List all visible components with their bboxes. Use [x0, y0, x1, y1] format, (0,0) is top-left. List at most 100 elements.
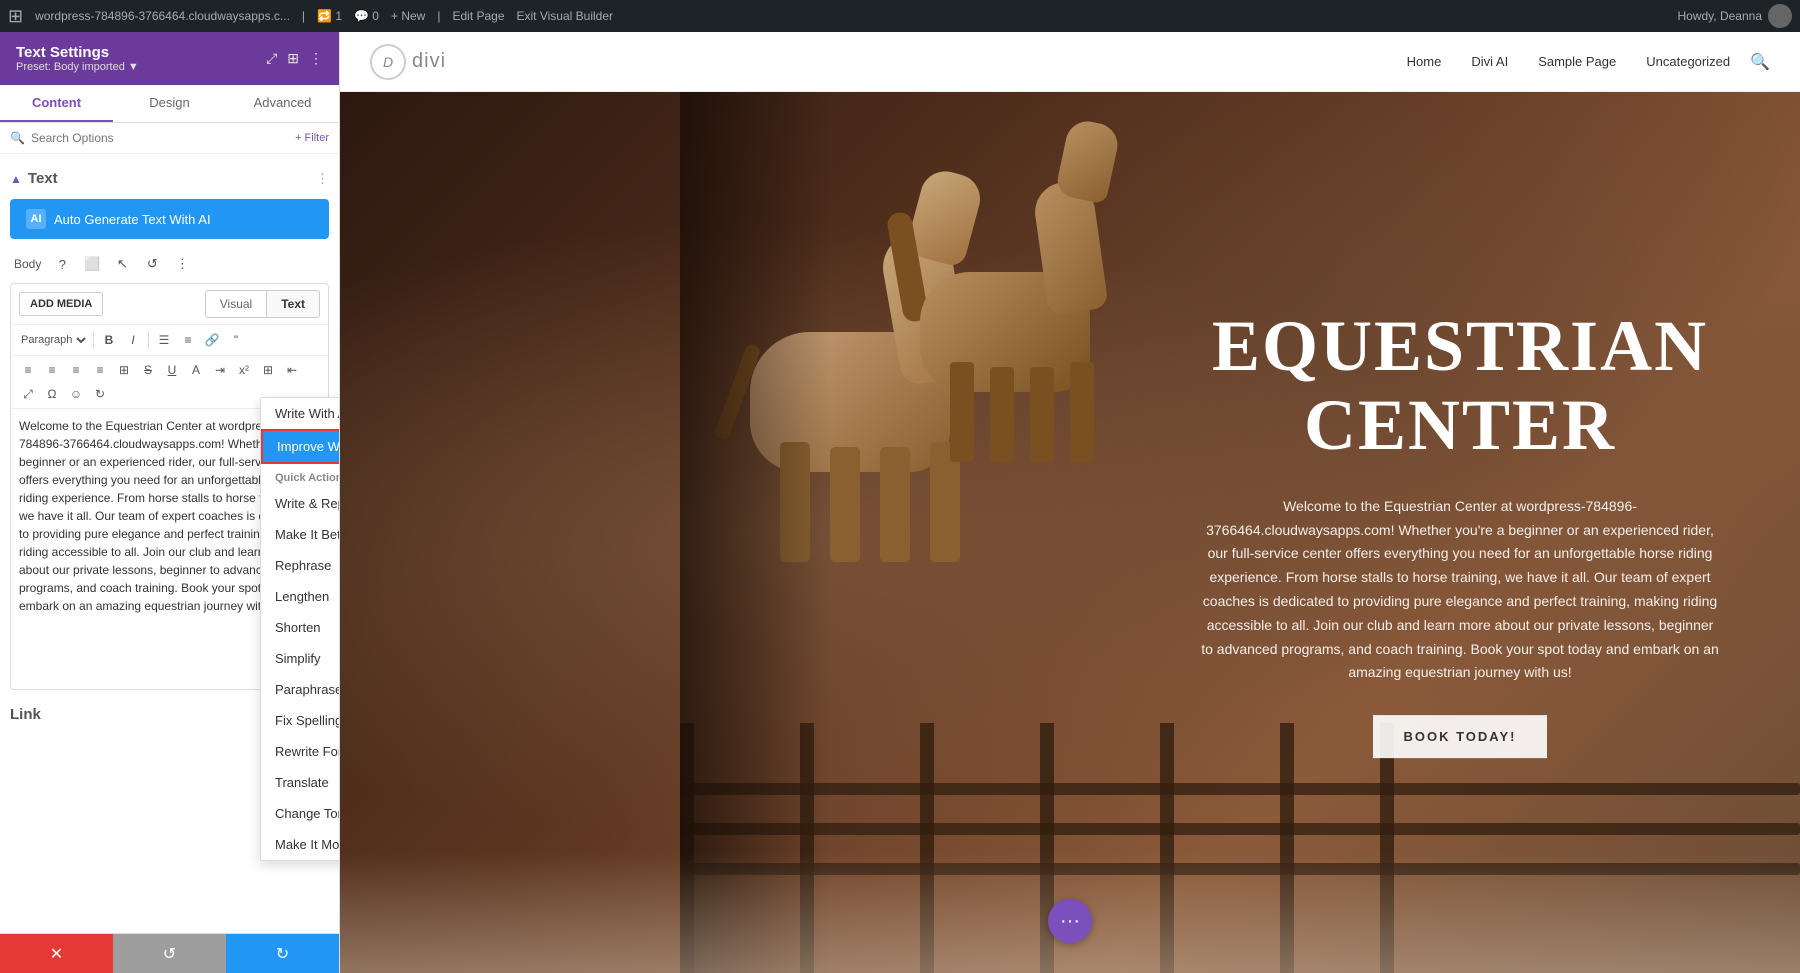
nav-divi-ai[interactable]: Divi AI: [1471, 54, 1508, 69]
site-logo: D divi: [370, 44, 446, 80]
tab-content[interactable]: Content: [0, 85, 113, 122]
filter-button[interactable]: + Filter: [295, 132, 329, 144]
bold-button[interactable]: B: [98, 329, 120, 351]
strikethrough-button[interactable]: S: [137, 359, 159, 381]
outdent-button[interactable]: ⇤: [281, 359, 303, 381]
panel-tabs: Content Design Advanced: [0, 85, 339, 123]
tab-advanced[interactable]: Advanced: [226, 85, 339, 122]
lengthen-item[interactable]: Lengthen: [261, 581, 340, 612]
improve-with-ai-item[interactable]: Improve With AI: [261, 429, 340, 464]
cursor-icon[interactable]: ↖: [109, 251, 135, 277]
shorten-item[interactable]: Shorten: [261, 612, 340, 643]
tab-design[interactable]: Design: [113, 85, 226, 122]
fullscreen-editor-button[interactable]: ⤢: [17, 383, 39, 405]
cancel-button[interactable]: ✕: [0, 934, 113, 973]
admin-bar-edit-page[interactable]: Edit Page: [452, 9, 504, 23]
indent-button[interactable]: ⇥: [209, 359, 231, 381]
fix-spelling-item[interactable]: Fix Spelling & Grammar: [261, 705, 340, 736]
horse2-leg-3: [1030, 367, 1054, 462]
site-nav: D divi Home Divi AI Sample Page Uncatego…: [340, 32, 1800, 92]
fence-area: [680, 723, 1800, 973]
admin-bar-comments: 💬 0: [354, 9, 379, 23]
help-icon[interactable]: ?: [49, 251, 75, 277]
left-panel: Text Settings Preset: Body imported ▼ ⤢ …: [0, 32, 340, 973]
search-bar: 🔍 + Filter: [0, 123, 339, 154]
admin-bar-exit-builder[interactable]: Exit Visual Builder: [517, 9, 614, 23]
align-justify-button[interactable]: ≡: [89, 359, 111, 381]
table-button[interactable]: ⊞: [113, 359, 135, 381]
box-icon[interactable]: ⬜: [79, 251, 105, 277]
underline-button[interactable]: U: [161, 359, 183, 381]
book-today-button[interactable]: BOOK TODAY!: [1373, 715, 1546, 758]
redo-button[interactable]: ↻: [89, 383, 111, 405]
change-tone-item[interactable]: Change Tone ▶: [261, 798, 340, 829]
tab-text-editor[interactable]: Text: [267, 290, 320, 318]
fence-post-5: [1160, 723, 1174, 973]
italic-button[interactable]: I: [122, 329, 144, 351]
ordered-list-button[interactable]: ≡: [177, 329, 199, 351]
nav-home[interactable]: Home: [1407, 54, 1442, 69]
paraphrase-item[interactable]: Paraphrase: [261, 674, 340, 705]
float-action-button[interactable]: ···: [1048, 899, 1092, 943]
fence-post-4: [1040, 723, 1054, 973]
nav-uncategorized[interactable]: Uncategorized: [1646, 54, 1730, 69]
admin-bar-separator: |: [302, 9, 305, 23]
nav-search-icon[interactable]: 🔍: [1750, 52, 1770, 72]
fence-post-7: [1380, 723, 1394, 973]
search-input[interactable]: [31, 131, 289, 145]
rephrase-item[interactable]: Rephrase: [261, 550, 340, 581]
hero-subtitle: Welcome to the Equestrian Center at word…: [1200, 495, 1720, 685]
blockquote-button[interactable]: ": [225, 329, 247, 351]
wp-logo-icon[interactable]: ⊞: [8, 6, 23, 27]
admin-bar-site-name[interactable]: wordpress-784896-3766464.cloudwaysapps.c…: [35, 9, 290, 23]
unordered-list-button[interactable]: ☰: [153, 329, 175, 351]
special-chars-button[interactable]: Ω: [41, 383, 63, 405]
write-with-ai-item[interactable]: Write With AI: [261, 398, 340, 429]
format-button[interactable]: ⊞: [257, 359, 279, 381]
text-color-button[interactable]: A: [185, 359, 207, 381]
ai-generate-button[interactable]: AI Auto Generate Text With AI: [10, 199, 329, 239]
simplify-item[interactable]: Simplify: [261, 643, 340, 674]
align-center-button[interactable]: ≡: [41, 359, 63, 381]
rewrite-for-item[interactable]: Rewrite For ▶: [261, 736, 340, 767]
more-toolbar-icon[interactable]: ⋮: [169, 251, 195, 277]
nav-sample-page[interactable]: Sample Page: [1538, 54, 1616, 69]
fence-post-6: [1280, 723, 1294, 973]
logo-text: divi: [412, 50, 446, 73]
paragraph-select[interactable]: Paragraph: [17, 333, 89, 347]
fullscreen-icon[interactable]: ⤢: [266, 50, 277, 67]
main-area: Text Settings Preset: Body imported ▼ ⤢ …: [0, 32, 1800, 973]
horse-figure-2: [900, 122, 1120, 542]
superscript-button[interactable]: x²: [233, 359, 255, 381]
confirm-button[interactable]: ↻: [226, 934, 339, 973]
admin-bar-new[interactable]: + New: [391, 9, 425, 23]
admin-bar-right: Howdy, Deanna: [1678, 4, 1793, 28]
body-label: Body: [10, 251, 45, 277]
undo-icon[interactable]: ↺: [139, 251, 165, 277]
link-button[interactable]: 🔗: [201, 329, 223, 351]
align-right-button[interactable]: ≡: [65, 359, 87, 381]
confirm-icon: ↻: [276, 944, 289, 964]
make-it-better-item[interactable]: Make It Better: [261, 519, 340, 550]
write-replace-item[interactable]: Write & Replace: [261, 488, 340, 519]
section-options-icon[interactable]: ⋮: [316, 171, 329, 187]
reset-button[interactable]: ↺: [113, 934, 226, 973]
add-media-button[interactable]: ADD MEDIA: [19, 292, 103, 316]
panel-title: Text Settings: [16, 44, 139, 61]
align-left-button[interactable]: ≡: [17, 359, 39, 381]
search-icon: 🔍: [10, 131, 25, 145]
text-section-header: ▲ Text ⋮: [10, 164, 329, 193]
horse2-leg-4: [1070, 362, 1094, 462]
chevron-up-icon: ▲: [10, 172, 22, 186]
left-shadow: [680, 92, 830, 973]
bottom-bar: ✕ ↺ ↻: [0, 933, 339, 973]
panel-header-icons: ⤢ ⊞ ⋮: [266, 50, 323, 67]
emoji-button[interactable]: ☺: [65, 383, 87, 405]
panel-preset[interactable]: Preset: Body imported ▼: [16, 61, 139, 73]
fence-rail-bot: [680, 863, 1800, 875]
tab-visual[interactable]: Visual: [205, 290, 267, 318]
make-it-more-item[interactable]: Make It More ▶: [261, 829, 340, 860]
translate-item[interactable]: Translate ▶: [261, 767, 340, 798]
layout-icon[interactable]: ⊞: [287, 50, 299, 67]
more-options-icon[interactable]: ⋮: [309, 50, 323, 67]
